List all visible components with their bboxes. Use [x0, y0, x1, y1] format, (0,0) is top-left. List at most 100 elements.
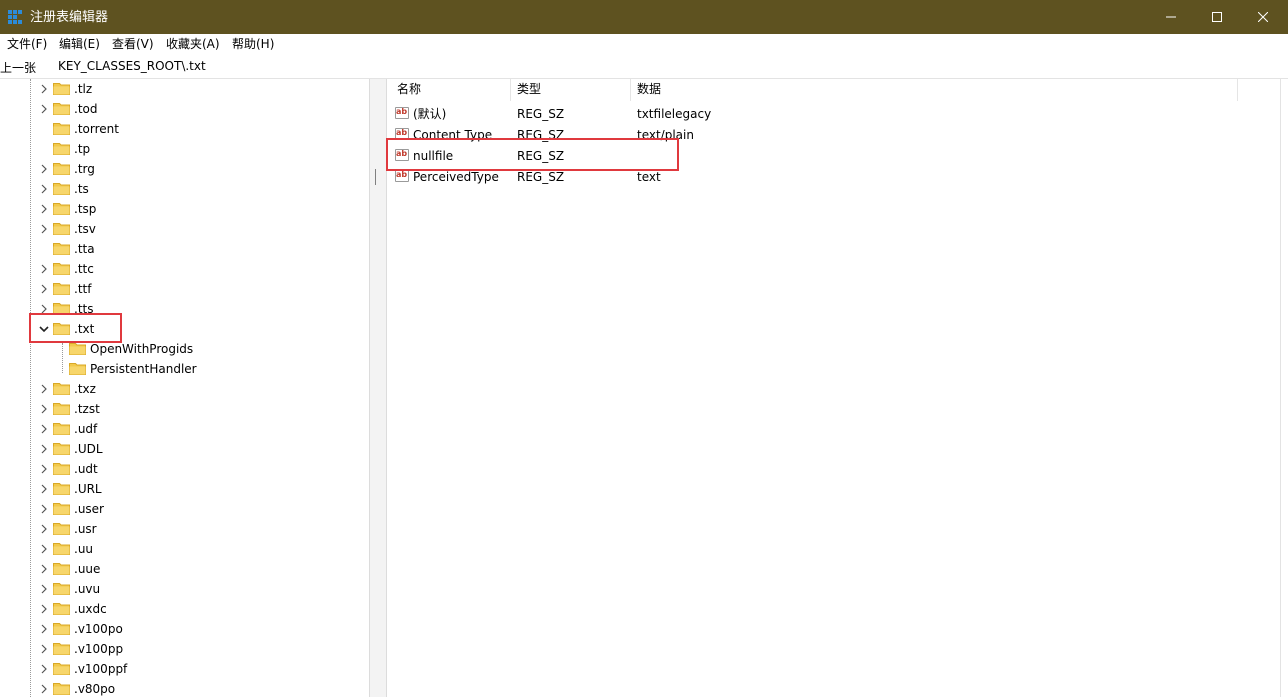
tree-item[interactable]: .uxdc [0, 599, 369, 619]
tree-item[interactable]: .v100po [0, 619, 369, 639]
column-header-type[interactable]: 类型 [517, 82, 541, 96]
tree-item-label: .tzst [74, 402, 100, 416]
folder-icon [53, 423, 70, 435]
tree-item[interactable]: .v80po [0, 679, 369, 697]
tree-item-label: .ttc [74, 262, 94, 276]
tree-item[interactable]: .txz [0, 379, 369, 399]
close-button[interactable] [1240, 0, 1286, 34]
values-list[interactable]: 名称 类型 数据 ab (默认) REG_SZ txtfilelegacy ab Cont… [389, 79, 1288, 697]
tree-item[interactable]: .URL [0, 479, 369, 499]
value-data: text [637, 170, 661, 184]
menu-favorites[interactable]: 收藏夹(A) [166, 37, 220, 51]
tree-item[interactable]: .ttf [0, 279, 369, 299]
chevron-right-icon[interactable] [39, 184, 49, 194]
column-divider[interactable] [1237, 79, 1238, 101]
tree-item[interactable]: .usr [0, 519, 369, 539]
address-path[interactable]: KEY_CLASSES_ROOT\.txt [58, 59, 206, 73]
menu-help[interactable]: 帮助(H) [232, 37, 274, 51]
tree-item-label: .udt [74, 462, 98, 476]
value-data: txtfilelegacy [637, 107, 712, 121]
chevron-right-icon[interactable] [39, 164, 49, 174]
maximize-button[interactable] [1194, 0, 1240, 34]
folder-icon [53, 223, 70, 235]
column-header-name[interactable]: 名称 [397, 82, 421, 96]
back-button[interactable]: 上一张 [0, 61, 41, 75]
tree-item[interactable]: .v100ppf [0, 659, 369, 679]
chevron-right-icon[interactable] [39, 444, 49, 454]
chevron-right-icon[interactable] [39, 584, 49, 594]
folder-icon [53, 443, 70, 455]
folder-icon [53, 283, 70, 295]
tree-item[interactable]: .torrent [0, 119, 369, 139]
folder-icon [53, 163, 70, 175]
tree-item[interactable]: .tlz [0, 79, 369, 99]
folder-icon [53, 583, 70, 595]
menu-view[interactable]: 查看(V) [112, 37, 154, 51]
chevron-right-icon[interactable] [39, 544, 49, 554]
column-divider[interactable] [510, 79, 511, 101]
regedit-app-icon [8, 10, 22, 24]
splitter-grip [375, 169, 376, 185]
key-tree[interactable]: .tlz .tod .torrent .tp .trg .ts .tsp .tsv .tta .t… [0, 79, 369, 697]
tree-item[interactable]: .udf [0, 419, 369, 439]
chevron-right-icon[interactable] [39, 424, 49, 434]
chevron-right-icon[interactable] [39, 564, 49, 574]
tree-subkey[interactable]: PersistentHandler [0, 359, 369, 379]
tree-item[interactable]: .uue [0, 559, 369, 579]
tree-item[interactable]: .tod [0, 99, 369, 119]
close-icon [1258, 12, 1268, 22]
tree-item-label: .tlz [74, 82, 93, 96]
title-bar: 注册表编辑器 [0, 0, 1288, 34]
chevron-right-icon[interactable] [39, 684, 49, 694]
chevron-right-icon[interactable] [39, 404, 49, 414]
tree-item[interactable]: .tsp [0, 199, 369, 219]
chevron-right-icon[interactable] [39, 504, 49, 514]
chevron-right-icon[interactable] [39, 604, 49, 614]
tree-item[interactable]: .ttc [0, 259, 369, 279]
tree-item[interactable]: .tp [0, 139, 369, 159]
tree-item-label: .torrent [74, 122, 119, 136]
folder-icon [69, 363, 86, 375]
minimize-button[interactable] [1148, 0, 1194, 34]
value-row[interactable]: ab (默认) REG_SZ txtfilelegacy [389, 103, 1269, 124]
tree-item[interactable]: .trg [0, 159, 369, 179]
chevron-right-icon[interactable] [39, 464, 49, 474]
tree-item[interactable]: .UDL [0, 439, 369, 459]
tree-item-label: .uxdc [74, 602, 107, 616]
chevron-right-icon[interactable] [39, 224, 49, 234]
chevron-right-icon[interactable] [39, 204, 49, 214]
folder-icon [53, 683, 70, 695]
folder-icon [53, 483, 70, 495]
chevron-right-icon[interactable] [39, 284, 49, 294]
tree-item[interactable]: .v100pp [0, 639, 369, 659]
pane-splitter[interactable] [369, 79, 387, 697]
chevron-right-icon[interactable] [39, 484, 49, 494]
chevron-right-icon[interactable] [39, 664, 49, 674]
tree-item[interactable]: .udt [0, 459, 369, 479]
tree-item[interactable]: .tta [0, 239, 369, 259]
tree-item-label: .tod [74, 102, 98, 116]
menu-edit[interactable]: 编辑(E) [59, 37, 100, 51]
tree-item-label: .ts [74, 182, 89, 196]
chevron-right-icon[interactable] [39, 644, 49, 654]
value-type: REG_SZ [517, 107, 565, 121]
column-divider[interactable] [630, 79, 631, 101]
tree-item[interactable]: .user [0, 499, 369, 519]
chevron-right-icon[interactable] [39, 104, 49, 114]
tree-item[interactable]: .ts [0, 179, 369, 199]
folder-icon [53, 603, 70, 615]
chevron-right-icon[interactable] [39, 624, 49, 634]
chevron-right-icon[interactable] [39, 384, 49, 394]
menu-file[interactable]: 文件(F) [7, 37, 47, 51]
tree-item[interactable]: .tzst [0, 399, 369, 419]
tree-item[interactable]: .uvu [0, 579, 369, 599]
chevron-right-icon[interactable] [39, 264, 49, 274]
column-header-data[interactable]: 数据 [637, 82, 661, 96]
string-value-icon: ab [395, 170, 409, 182]
tree-item-label: .URL [74, 482, 102, 496]
chevron-right-icon[interactable] [39, 524, 49, 534]
tree-item[interactable]: .tsv [0, 219, 369, 239]
chevron-right-icon[interactable] [39, 84, 49, 94]
address-bar[interactable]: 上一张 KEY_CLASSES_ROOT\.txt [0, 54, 1288, 79]
tree-item[interactable]: .uu [0, 539, 369, 559]
